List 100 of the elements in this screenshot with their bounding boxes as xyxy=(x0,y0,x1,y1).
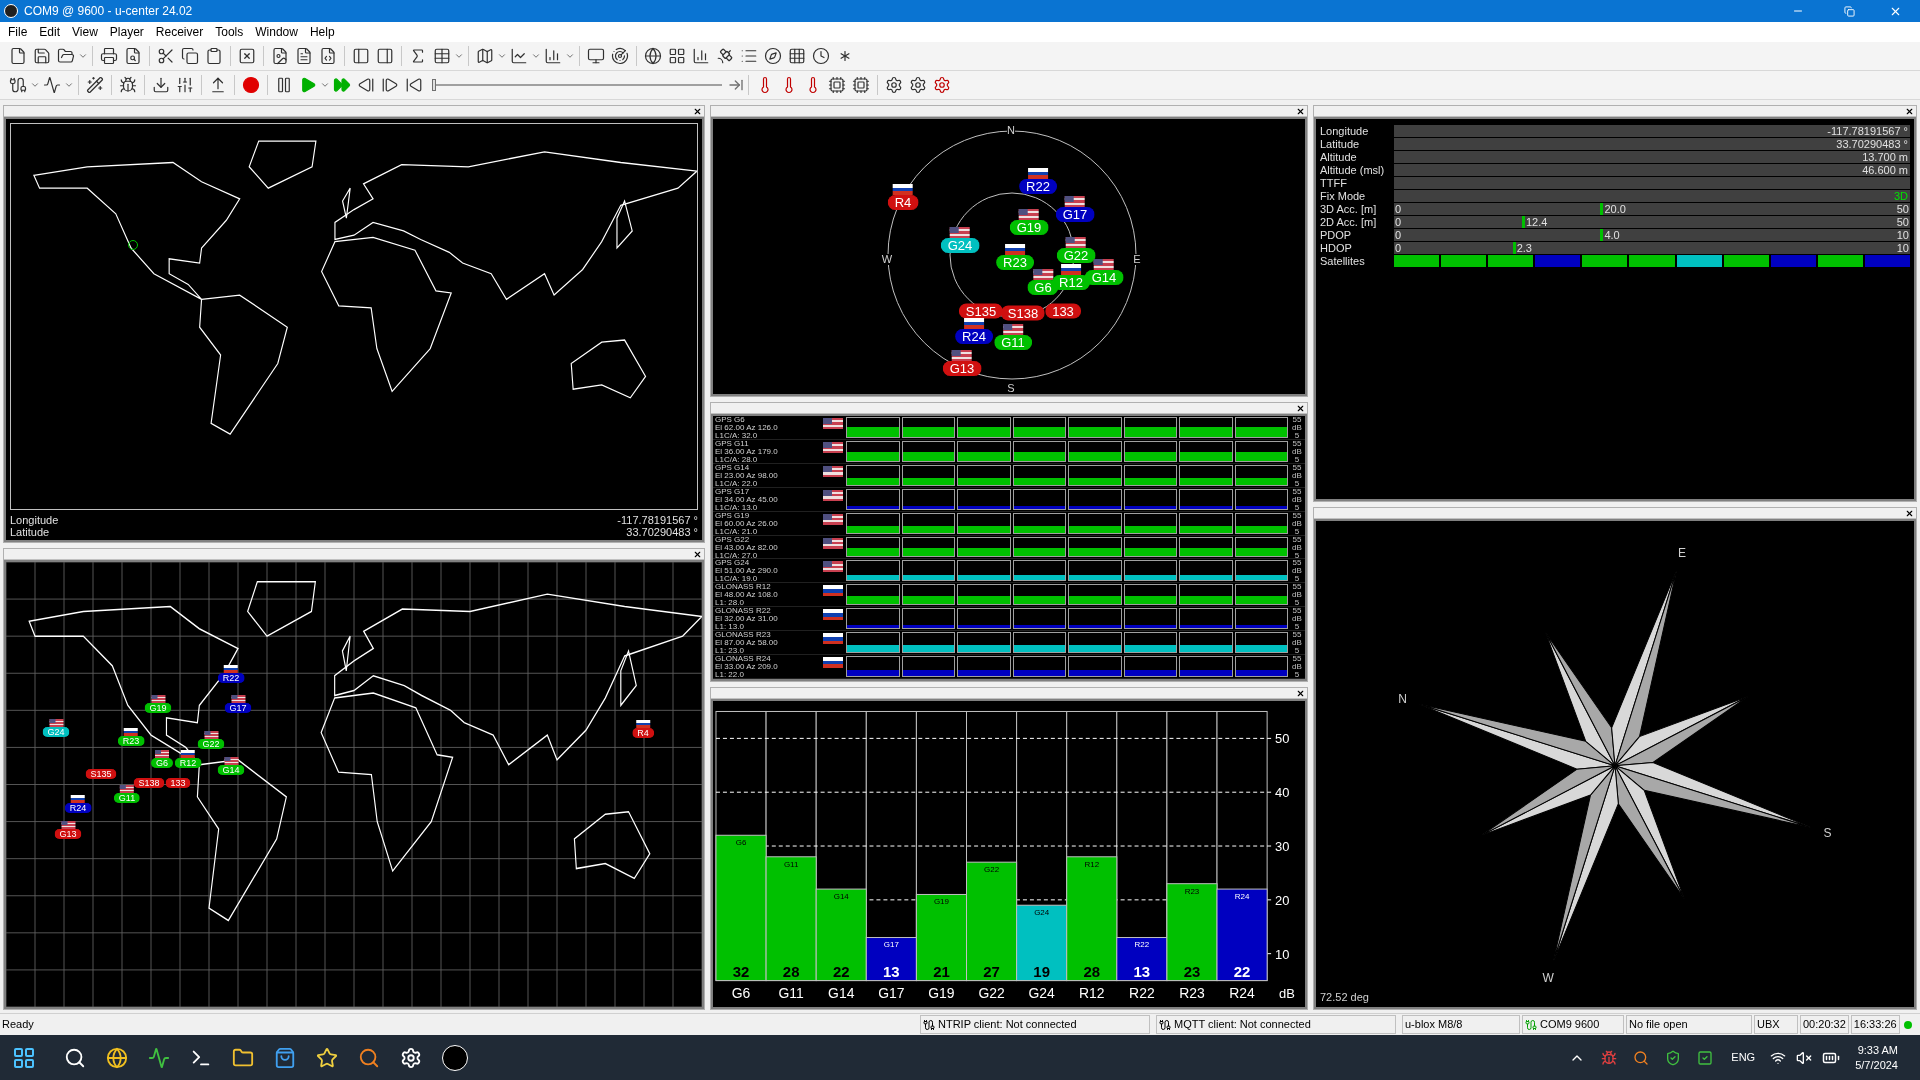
save-icon[interactable] xyxy=(33,47,51,65)
document-image-icon[interactable] xyxy=(271,47,289,65)
magnifier-app-icon[interactable] xyxy=(358,1046,380,1069)
tray-app-icon[interactable] xyxy=(1601,1049,1618,1066)
tray-app-icon[interactable] xyxy=(1697,1049,1714,1066)
clock-time[interactable]: 9:33 AM xyxy=(1857,1042,1898,1058)
copy-icon[interactable] xyxy=(181,47,199,65)
clipboard-icon[interactable] xyxy=(205,47,223,65)
close-icon[interactable] xyxy=(1905,106,1914,116)
skip-back-icon[interactable] xyxy=(405,76,423,94)
clock-icon[interactable] xyxy=(812,47,830,65)
satellite-icon[interactable] xyxy=(716,47,734,65)
close-icon[interactable] xyxy=(1296,688,1305,698)
grid-icon[interactable] xyxy=(788,47,806,65)
caret-icon[interactable] xyxy=(497,51,507,61)
record-icon[interactable] xyxy=(242,76,260,94)
panel-right-icon[interactable] xyxy=(376,47,394,65)
close-icon[interactable] xyxy=(1905,508,1914,518)
satellite-marker: G11 xyxy=(113,793,141,803)
scale-unit: dB xyxy=(1292,591,1302,600)
pause-icon[interactable] xyxy=(275,76,293,94)
new-file-icon[interactable] xyxy=(9,47,27,65)
signal-bar xyxy=(902,575,954,581)
browser-icon[interactable] xyxy=(106,1046,128,1069)
scissors-icon[interactable] xyxy=(157,47,175,65)
fast-forward-icon[interactable] xyxy=(333,76,351,94)
menu-item[interactable]: Window xyxy=(249,23,304,41)
play-icon[interactable] xyxy=(299,76,317,94)
caret-icon[interactable] xyxy=(78,51,88,61)
grid-icon[interactable] xyxy=(668,47,686,65)
gear-icon[interactable] xyxy=(933,76,951,94)
playback-slider[interactable] xyxy=(432,79,722,91)
download-icon[interactable] xyxy=(152,76,170,94)
step-forward-icon[interactable] xyxy=(381,76,399,94)
scale-label: 5 xyxy=(1294,432,1300,440)
bar-chart-icon[interactable] xyxy=(692,47,710,65)
menu-item[interactable]: File xyxy=(2,23,34,41)
caret-icon[interactable] xyxy=(320,80,330,90)
caret-icon[interactable] xyxy=(64,80,74,90)
active-app-icon[interactable] xyxy=(442,1044,468,1071)
chip-icon[interactable] xyxy=(828,76,846,94)
settings-icon[interactable] xyxy=(400,1046,422,1069)
panel-left-icon[interactable] xyxy=(352,47,370,65)
skip-end-icon[interactable] xyxy=(728,77,744,93)
menu-item[interactable]: Edit xyxy=(33,23,67,41)
document-text-icon[interactable] xyxy=(295,47,313,65)
menu-item[interactable]: Receiver xyxy=(149,23,210,41)
close-icon[interactable] xyxy=(1296,106,1305,116)
menu-item[interactable]: Help xyxy=(303,23,341,41)
satellite-name: GLONASS R12 xyxy=(715,583,772,592)
map-icon[interactable] xyxy=(476,47,494,65)
sliders-icon[interactable] xyxy=(176,76,194,94)
step-back-icon[interactable] xyxy=(357,76,375,94)
caret-icon[interactable] xyxy=(454,51,464,61)
close-icon[interactable] xyxy=(1296,403,1305,413)
language-indicator[interactable]: ENG xyxy=(1731,1049,1756,1066)
slider-thumb[interactable] xyxy=(432,79,436,91)
wand-icon[interactable] xyxy=(86,76,104,94)
globe-icon[interactable] xyxy=(644,47,662,65)
monitor-icon[interactable] xyxy=(587,47,605,65)
cable-icon[interactable] xyxy=(9,76,27,94)
folder-icon[interactable] xyxy=(232,1046,254,1069)
start-icon[interactable] xyxy=(12,1045,36,1070)
signal-bar xyxy=(1124,452,1176,461)
folder-icon[interactable] xyxy=(57,47,75,65)
gear-icon[interactable] xyxy=(909,76,927,94)
caret-icon[interactable] xyxy=(531,51,541,61)
restore-icon[interactable] xyxy=(1844,5,1855,17)
radar-icon[interactable] xyxy=(611,47,629,65)
clock-date[interactable]: 5/7/2024 xyxy=(1855,1057,1898,1073)
chip-icon[interactable] xyxy=(852,76,870,94)
bar-chart-icon[interactable] xyxy=(544,47,562,65)
menu-item[interactable]: Player xyxy=(103,23,150,41)
search-icon[interactable] xyxy=(64,1046,86,1069)
tray-app-icon[interactable] xyxy=(1633,1049,1650,1066)
menu-item[interactable]: View xyxy=(66,23,104,41)
close-icon[interactable] xyxy=(693,106,702,116)
gear-icon[interactable] xyxy=(885,76,903,94)
pulse-icon[interactable] xyxy=(43,76,61,94)
printer-icon[interactable] xyxy=(100,47,118,65)
print-preview-icon[interactable] xyxy=(124,47,142,65)
store-icon[interactable] xyxy=(274,1046,296,1069)
caret-icon[interactable] xyxy=(565,51,575,61)
close-icon[interactable] xyxy=(693,549,702,559)
signal-bar xyxy=(1180,526,1232,533)
bug-icon[interactable] xyxy=(119,76,137,94)
monitor-app-icon[interactable] xyxy=(148,1046,170,1069)
security-icon[interactable] xyxy=(1665,1049,1682,1066)
list-icon[interactable] xyxy=(740,47,758,65)
document-code-icon[interactable] xyxy=(319,47,337,65)
mute-icon[interactable] xyxy=(1796,1049,1813,1066)
menu-item[interactable]: Tools xyxy=(209,23,250,41)
line-chart-icon[interactable] xyxy=(510,47,528,65)
table-icon[interactable] xyxy=(433,47,451,65)
eject-icon[interactable] xyxy=(209,76,227,94)
compass-icon[interactable] xyxy=(764,47,782,65)
star-icon[interactable] xyxy=(316,1046,338,1069)
clear-icon[interactable] xyxy=(238,47,256,65)
field-value: -117.78191567 ° xyxy=(1827,125,1908,137)
caret-icon[interactable] xyxy=(30,80,40,90)
